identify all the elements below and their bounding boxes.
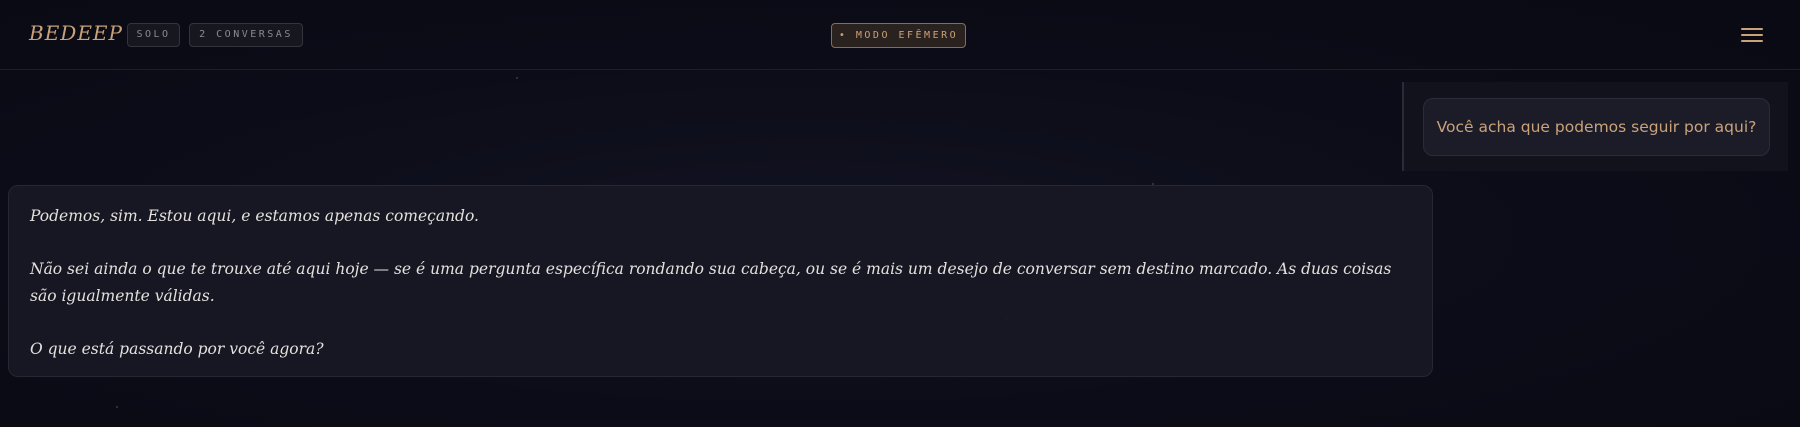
background-star (116, 406, 118, 408)
solo-badge: SOLO (127, 23, 180, 47)
top-bar: BEDEEP SOLO 2 CONVERSAS • MODO EFÊMERO (0, 0, 1800, 70)
user-message-bubble: Você acha que podemos seguir por aqui? (1423, 98, 1770, 156)
hamburger-menu-icon (1741, 28, 1763, 30)
hamburger-menu-icon (1741, 40, 1763, 42)
brand-logo[interactable]: BEDEEP (29, 21, 123, 45)
assistant-message-paragraph: Podemos, sim. Estou aqui, e estamos apen… (30, 207, 479, 225)
hamburger-menu-icon (1741, 34, 1763, 36)
background-star (516, 77, 518, 79)
menu-button[interactable] (1739, 25, 1765, 45)
conversations-count-badge[interactable]: 2 CONVERSAS (189, 23, 303, 47)
assistant-message-paragraph: O que está passando por você agora? (30, 339, 324, 358)
assistant-message-paragraph: Não sei ainda o que te trouxe até aqui h… (30, 260, 1392, 305)
assistant-message-bubble: Podemos, sim. Estou aqui, e estamos apen… (8, 185, 1433, 377)
ephemeral-mode-badge[interactable]: • MODO EFÊMERO (831, 23, 966, 48)
